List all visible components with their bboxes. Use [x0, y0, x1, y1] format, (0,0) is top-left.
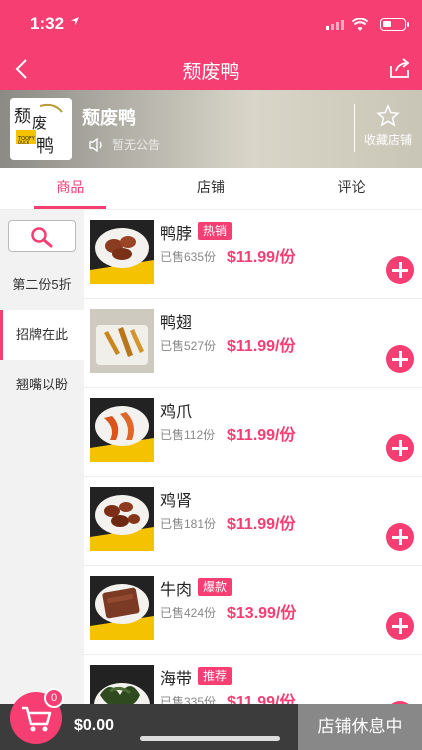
product-item[interactable]: 海带 推荐 已售335份 $11.99/份 [84, 655, 422, 704]
product-image [90, 309, 154, 373]
tab-reviews[interactable]: 评论 [281, 168, 422, 209]
home-indicator [140, 736, 280, 741]
product-name: 鸡肾 [160, 493, 193, 510]
product-badge: 推荐 [198, 667, 233, 685]
sidebar-item-awaiting[interactable]: 翘嘴以盼 [0, 360, 84, 410]
product-item[interactable]: 鸭翅 已售527份 $11.99/份 [84, 299, 422, 388]
product-name: 鸭翅 [160, 315, 193, 332]
svg-text:废: 废 [32, 114, 47, 132]
product-item[interactable]: 牛肉 爆款 已售424份 $13.99/份 [84, 566, 422, 655]
status-bar: 1:32 [0, 14, 422, 38]
product-sold: 已售635份 [160, 250, 217, 264]
svg-text:鸭: 鸭 [36, 136, 54, 157]
star-icon [376, 104, 400, 127]
favorite-store-button[interactable]: 收藏店铺 [358, 104, 418, 148]
battery-icon [380, 18, 409, 31]
cart-summary[interactable]: 0 $0.00 [0, 688, 298, 750]
favorite-label: 收藏店铺 [363, 133, 412, 147]
add-to-cart-button[interactable] [386, 523, 414, 551]
product-item[interactable]: 鸭脖 热销 已售635份 $11.99/份 [84, 210, 422, 299]
product-sold: 已售424份 [160, 606, 217, 620]
product-image [90, 487, 154, 551]
store-closed-button: 店铺休息中 [298, 704, 422, 750]
add-to-cart-button[interactable] [386, 434, 414, 462]
product-badge: 热销 [198, 222, 233, 240]
top-bar: 1:32 颓废鸭 [0, 0, 422, 90]
share-icon[interactable] [388, 56, 412, 80]
product-price: $11.99/份 [227, 338, 296, 355]
product-image [90, 665, 154, 704]
store-notice: 暂无公告 [88, 136, 160, 153]
add-to-cart-button[interactable] [386, 345, 414, 373]
sidebar-item-discount[interactable]: 第二份5折 [0, 260, 84, 310]
product-price: $11.99/份 [227, 516, 296, 533]
tab-products[interactable]: 商品 [0, 168, 141, 209]
product-name: 鸭脖 [160, 226, 193, 243]
product-price: $13.99/份 [227, 605, 297, 622]
sidebar-item-signature[interactable]: 招牌在此 [0, 310, 84, 360]
search-button[interactable] [8, 220, 76, 252]
product-sold: 已售112份 [160, 428, 216, 442]
store-notice-text: 暂无公告 [112, 138, 161, 152]
product-sold: 已售335份 [160, 695, 217, 704]
product-image [90, 220, 154, 284]
product-item[interactable]: 鸡肾 已售181份 $11.99/份 [84, 477, 422, 566]
category-sidebar: 第二份5折 招牌在此 翘嘴以盼 [0, 210, 84, 750]
search-icon [31, 227, 53, 248]
divider [354, 104, 355, 152]
product-badge: 爆款 [198, 578, 233, 596]
product-price: $11.99/份 [227, 427, 296, 444]
product-image [90, 576, 154, 640]
product-name: 海带 [160, 671, 193, 688]
product-sold: 已售181份 [160, 517, 217, 531]
add-to-cart-button[interactable] [386, 256, 414, 284]
cart-count-badge: 0 [44, 688, 64, 708]
cart-total: $0.00 [74, 717, 115, 734]
svg-text:颓: 颓 [14, 107, 31, 127]
product-name: 牛肉 [160, 582, 193, 599]
status-time: 1:32 [30, 14, 65, 33]
speaker-icon [89, 137, 102, 152]
svg-text:DUCK: DUCK [18, 140, 30, 145]
product-name: 鸡爪 [160, 404, 193, 421]
product-item[interactable]: 鸡爪 已售112份 $11.99/份 [84, 388, 422, 477]
store-name: 颓废鸭 [82, 108, 136, 128]
store-header: 颓 废 鸭 TOOFY DUCK 颓废鸭 暂无公告 收藏店铺 [0, 90, 422, 168]
add-to-cart-button[interactable] [386, 612, 414, 640]
page-title: 颓废鸭 [182, 62, 240, 83]
wifi-icon [352, 18, 368, 31]
product-image [90, 398, 154, 462]
location-arrow-icon [71, 17, 79, 25]
tab-store[interactable]: 店铺 [141, 168, 282, 209]
store-logo: 颓 废 鸭 TOOFY DUCK [10, 98, 72, 160]
product-price: $11.99/份 [227, 249, 296, 266]
tab-bar: 商品 店铺 评论 [0, 168, 422, 210]
product-sold: 已售527份 [160, 339, 217, 353]
signal-icon [326, 20, 344, 30]
product-list: 鸭脖 热销 已售635份 $11.99/份 鸭翅 已售527份 $11.99/份… [84, 210, 422, 704]
cart-bar: 0 $0.00 店铺休息中 [0, 688, 422, 750]
product-price: $11.99/份 [227, 694, 296, 704]
